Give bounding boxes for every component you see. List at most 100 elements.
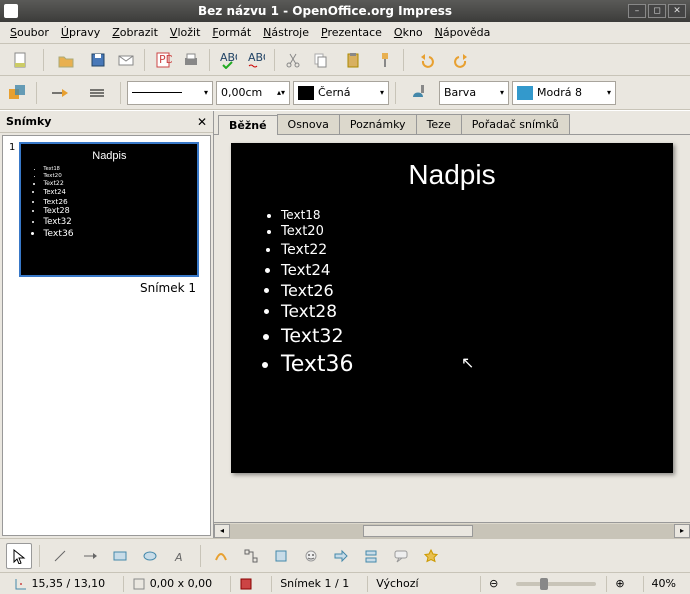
menu-view[interactable]: Zobrazit xyxy=(106,24,164,41)
autospell-button[interactable]: ABC xyxy=(243,47,269,73)
print-button[interactable] xyxy=(178,47,204,73)
status-position: 15,35 / 13,10 xyxy=(6,576,113,592)
statusbar: 15,35 / 13,10 0,00 x 0,00 Snímek 1 / 1 V… xyxy=(0,572,690,594)
tab-notes[interactable]: Poznámky xyxy=(339,114,417,134)
zoom-out-button[interactable]: ⊖ xyxy=(480,576,506,592)
minimize-button[interactable]: – xyxy=(628,4,646,18)
slide-title[interactable]: Nadpis xyxy=(261,159,643,191)
slide-bullet[interactable]: Text20 xyxy=(281,223,643,241)
size-icon xyxy=(132,577,146,591)
stars-tool[interactable] xyxy=(418,543,444,569)
basic-shapes-tool[interactable] xyxy=(268,543,294,569)
line-style-dropdown[interactable]: ▾ xyxy=(127,81,213,105)
tab-outline[interactable]: Osnova xyxy=(277,114,340,134)
export-pdf-button[interactable]: PDF xyxy=(150,47,176,73)
slide-canvas[interactable]: Nadpis Text18Text20Text22Text24Text26Tex… xyxy=(231,143,673,473)
line-color-dropdown[interactable]: Černá▾ xyxy=(293,81,389,105)
close-button[interactable]: ✕ xyxy=(668,4,686,18)
horizontal-scrollbar[interactable]: ◂ ▸ xyxy=(214,522,690,538)
slide-thumbnail[interactable]: Nadpis Text18Text20Text22Text24Text26Tex… xyxy=(19,142,199,277)
select-tool[interactable] xyxy=(6,543,32,569)
tab-sorter[interactable]: Pořadač snímků xyxy=(461,114,570,134)
paste-button[interactable] xyxy=(336,47,370,73)
tab-normal[interactable]: Běžné xyxy=(218,115,278,135)
drawing-toolbar: A xyxy=(0,538,690,572)
thumb-bullet: Text26 xyxy=(43,197,187,207)
cut-button[interactable] xyxy=(280,47,306,73)
slide-bullet[interactable]: Text36 xyxy=(281,350,643,380)
menu-tools[interactable]: Nástroje xyxy=(257,24,315,41)
menubar: Soubor Úpravy Zobrazit Vložit Formát Nás… xyxy=(0,22,690,44)
copy-button[interactable] xyxy=(308,47,334,73)
zoom-value[interactable]: 40% xyxy=(643,576,684,592)
maximize-button[interactable]: ◻ xyxy=(648,4,666,18)
thumb-bullet: Text36 xyxy=(43,228,187,240)
line-tool[interactable] xyxy=(47,543,73,569)
undo-button[interactable] xyxy=(409,47,443,73)
format-paintbrush-button[interactable] xyxy=(372,47,398,73)
zoom-in-button[interactable]: ⊕ xyxy=(606,576,632,592)
rectangle-tool[interactable] xyxy=(107,543,133,569)
menu-help[interactable]: Nápověda xyxy=(429,24,497,41)
svg-text:ABC: ABC xyxy=(248,51,265,64)
status-size: 0,00 x 0,00 xyxy=(123,576,220,592)
slide-bullets[interactable]: Text18Text20Text22Text24Text26Text28Text… xyxy=(261,207,643,380)
zoom-slider[interactable] xyxy=(516,582,596,586)
menu-presentation[interactable]: Prezentace xyxy=(315,24,388,41)
fill-type-dropdown[interactable]: Barva▾ xyxy=(439,81,509,105)
slide-bullet[interactable]: Text22 xyxy=(281,241,643,260)
line-width-dropdown[interactable]: 0,00cm▴▾ xyxy=(216,81,290,105)
thumb-bullet: Text20 xyxy=(43,173,187,180)
main-area: Snímky ✕ 1 Nadpis Text18Text20Text22Text… xyxy=(0,110,690,538)
slide-bullet[interactable]: Text24 xyxy=(281,260,643,280)
curve-tool[interactable] xyxy=(208,543,234,569)
connector-tool[interactable] xyxy=(238,543,264,569)
fill-color-dropdown[interactable]: Modrá 8▾ xyxy=(512,81,616,105)
menu-insert[interactable]: Vložit xyxy=(164,24,206,41)
slides-list[interactable]: 1 Nadpis Text18Text20Text22Text24Text26T… xyxy=(2,135,211,536)
scroll-right-button[interactable]: ▸ xyxy=(674,524,690,538)
new-button[interactable] xyxy=(4,47,38,73)
slides-panel-close-icon[interactable]: ✕ xyxy=(197,115,207,129)
symbol-shapes-tool[interactable] xyxy=(298,543,324,569)
slide-thumb-item[interactable]: 1 Nadpis Text18Text20Text22Text24Text26T… xyxy=(9,142,204,277)
email-button[interactable] xyxy=(113,47,139,73)
slide-number: 1 xyxy=(9,142,15,277)
flowchart-tool[interactable] xyxy=(358,543,384,569)
spellcheck-button[interactable]: ABC xyxy=(215,47,241,73)
status-layout: Výchozí xyxy=(367,576,470,592)
slide-bullet[interactable]: Text26 xyxy=(281,280,643,302)
area-button[interactable] xyxy=(402,80,436,106)
callouts-tool[interactable] xyxy=(388,543,414,569)
tab-theses[interactable]: Teze xyxy=(416,114,462,134)
position-icon xyxy=(14,577,28,591)
line-color-swatch xyxy=(298,86,314,100)
menu-file[interactable]: Soubor xyxy=(4,24,55,41)
slides-panel-title: Snímky xyxy=(6,115,51,128)
open-button[interactable] xyxy=(49,47,83,73)
line-fill-toolbar: ▾ 0,00cm▴▾ Černá▾ Barva▾ Modrá 8▾ xyxy=(0,76,690,110)
text-tool[interactable]: A xyxy=(167,543,193,569)
line-style-button[interactable] xyxy=(80,80,114,106)
ellipse-tool[interactable] xyxy=(137,543,163,569)
scroll-left-button[interactable]: ◂ xyxy=(214,524,230,538)
save-button[interactable] xyxy=(85,47,111,73)
scroll-thumb[interactable] xyxy=(363,525,473,537)
line-end-button[interactable] xyxy=(43,80,77,106)
menu-window[interactable]: Okno xyxy=(388,24,429,41)
fill-color-swatch xyxy=(517,86,533,100)
arrow-tool[interactable] xyxy=(77,543,103,569)
slide-bullet[interactable]: Text28 xyxy=(281,301,643,324)
canvas-wrap[interactable]: Nadpis Text18Text20Text22Text24Text26Tex… xyxy=(214,135,690,522)
status-modified xyxy=(230,576,261,592)
window-title: Bez názvu 1 - OpenOffice.org Impress xyxy=(24,4,626,18)
svg-text:PDF: PDF xyxy=(159,53,172,66)
redo-button[interactable] xyxy=(445,47,479,73)
menu-edit[interactable]: Úpravy xyxy=(55,24,106,41)
slide-bullet[interactable]: Text32 xyxy=(281,324,643,350)
slide-bullet[interactable]: Text18 xyxy=(281,207,643,223)
menu-format[interactable]: Formát xyxy=(206,24,257,41)
svg-text:A: A xyxy=(174,551,183,564)
arrange-button[interactable] xyxy=(4,80,30,106)
block-arrows-tool[interactable] xyxy=(328,543,354,569)
